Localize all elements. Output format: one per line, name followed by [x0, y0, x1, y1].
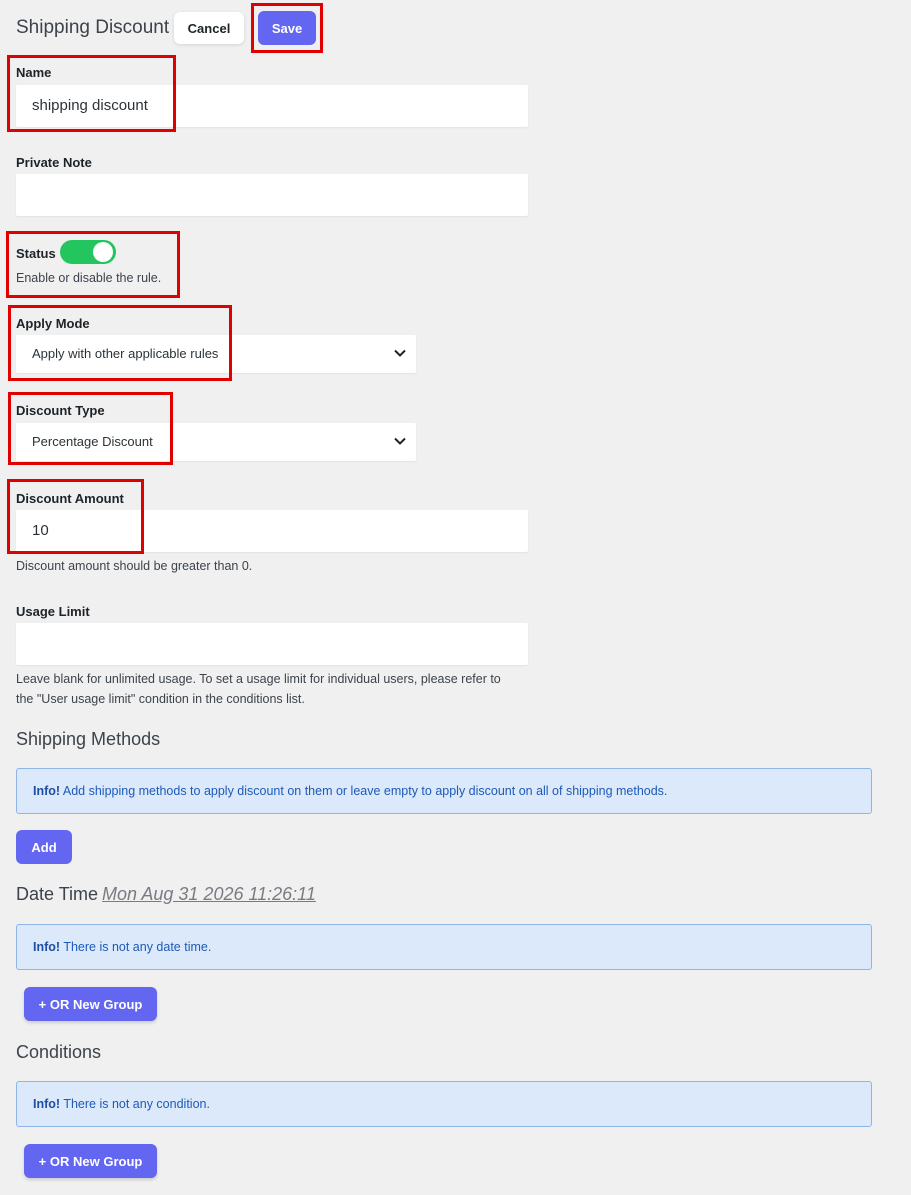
status-label: Status — [16, 246, 56, 261]
conditions-title: Conditions — [16, 1042, 102, 1062]
status-help: Enable or disable the rule. — [16, 271, 162, 285]
info-text: There is not any condition. — [63, 1097, 210, 1111]
usage-limit-help-2: the "User usage limit" condition in the … — [16, 692, 305, 706]
chevron-down-icon — [394, 437, 406, 445]
discount-amount-input[interactable] — [16, 510, 528, 552]
shipping-methods-info: Info! Add shipping methods to apply disc… — [16, 768, 872, 814]
apply-mode-label: Apply Mode — [16, 316, 90, 331]
add-shipping-method-button[interactable]: Add — [16, 830, 72, 864]
info-text: Add shipping methods to apply discount o… — [62, 784, 668, 798]
header: Shipping Discount — [16, 8, 169, 48]
date-time-or-group-button[interactable]: + OR New Group — [24, 987, 157, 1021]
cancel-button[interactable]: Cancel — [174, 12, 244, 44]
usage-limit-label: Usage Limit — [16, 604, 90, 619]
shipping-methods-title: Shipping Methods — [16, 729, 161, 749]
conditions-info: Info! There is not any condition. — [16, 1081, 872, 1127]
usage-limit-input[interactable] — [16, 623, 528, 665]
conditions-or-group-button[interactable]: + OR New Group — [24, 1144, 157, 1178]
page-title: Shipping Discount — [16, 17, 170, 38]
date-time-label: Date Time — [16, 884, 99, 904]
discount-amount-label: Discount Amount — [16, 491, 124, 506]
save-button[interactable]: Save — [258, 11, 316, 45]
date-time-info: Info! There is not any date time. — [16, 924, 872, 970]
discount-type-value: Percentage Discount — [32, 434, 153, 449]
date-time-title: Date Time Mon Aug 31 2026 11:26:11 — [16, 884, 316, 905]
info-prefix: Info! — [33, 784, 61, 798]
info-text: There is not any date time. — [63, 940, 212, 954]
apply-mode-select[interactable]: Apply with other applicable rules — [16, 335, 416, 373]
apply-mode-value: Apply with other applicable rules — [32, 346, 219, 361]
toggle-knob — [93, 242, 113, 262]
discount-amount-help: Discount amount should be greater than 0… — [16, 559, 253, 573]
private-note-label: Private Note — [16, 155, 92, 170]
info-prefix: Info! — [33, 940, 61, 954]
name-input[interactable] — [16, 85, 528, 127]
private-note-input[interactable] — [16, 174, 528, 216]
date-time-current[interactable]: Mon Aug 31 2026 11:26:11 — [102, 884, 316, 904]
discount-type-select[interactable]: Percentage Discount — [16, 423, 416, 461]
usage-limit-help-1: Leave blank for unlimited usage. To set … — [16, 672, 501, 686]
status-toggle[interactable] — [60, 240, 116, 264]
name-label: Name — [16, 65, 52, 80]
info-prefix: Info! — [33, 1097, 61, 1111]
chevron-down-icon — [394, 349, 406, 357]
discount-type-label: Discount Type — [16, 403, 105, 418]
